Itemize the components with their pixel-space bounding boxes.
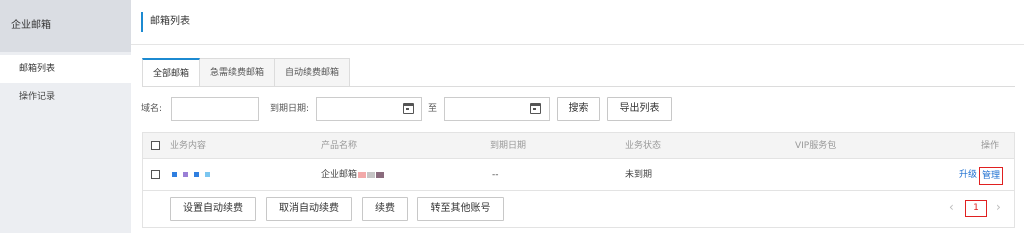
column-header-status: 业务状态: [625, 141, 662, 151]
tab-all-mailboxes[interactable]: 全部邮箱: [142, 58, 201, 87]
search-button[interactable]: 搜索: [557, 97, 600, 121]
redacted-block: [358, 171, 367, 178]
tab-bar: 全部邮箱 急需续费邮箱 自动续费邮箱: [142, 58, 351, 87]
main-content: 邮箱列表 全部邮箱 急需续费邮箱 自动续费邮箱 域名: 到期日期: 至 搜索 导…: [131, 0, 1024, 233]
select-all-checkbox[interactable]: [151, 141, 160, 150]
column-header-actions: 操作: [981, 141, 1000, 151]
export-list-button[interactable]: 导出列表: [607, 97, 672, 121]
business-content-cell: [172, 159, 216, 191]
redacted-block: [376, 171, 385, 178]
product-name-cell: 企业邮箱: [321, 159, 385, 191]
calendar-icon[interactable]: [530, 103, 541, 114]
manage-link[interactable]: 管理: [979, 167, 1004, 185]
expiry-date-label: 到期日期:: [270, 104, 310, 114]
sidebar: 企业邮箱 邮箱列表 操作记录: [0, 0, 131, 233]
expiry-date-cell: --: [492, 170, 499, 180]
upgrade-link[interactable]: 升级: [959, 159, 977, 191]
mailbox-table: 业务内容 产品名称 到期日期 业务状态 VIP服务包 操作 企业邮箱 -- 未到…: [142, 132, 1015, 228]
sidebar-item-mailbox-list[interactable]: 邮箱列表: [0, 55, 131, 83]
next-page-icon[interactable]: ›: [996, 200, 1001, 214]
redacted-block: [172, 172, 177, 177]
tab-auto-renewal[interactable]: 自动续费邮箱: [275, 58, 351, 87]
column-header-business: 业务内容: [170, 141, 207, 151]
row-checkbox[interactable]: [151, 170, 160, 179]
domain-label: 域名:: [141, 104, 163, 114]
current-page-number[interactable]: 1: [965, 200, 987, 217]
filter-bar: 域名: 到期日期: 至 搜索 导出列表: [131, 97, 1024, 121]
redacted-block: [183, 172, 188, 177]
table-header: 业务内容 产品名称 到期日期 业务状态 VIP服务包 操作: [143, 133, 1014, 159]
sidebar-item-operation-log[interactable]: 操作记录: [0, 83, 131, 111]
table-row: 企业邮箱 -- 未到期 升级 管理: [143, 159, 1014, 191]
column-header-product: 产品名称: [321, 141, 358, 151]
tab-urgent-renewal[interactable]: 急需续费邮箱: [200, 58, 276, 87]
set-auto-renew-button[interactable]: 设置自动续费: [170, 197, 256, 221]
sidebar-header: 企业邮箱: [0, 0, 131, 52]
column-header-expiry: 到期日期: [490, 141, 527, 151]
cancel-auto-renew-button[interactable]: 取消自动续费: [266, 197, 352, 221]
page-title: 邮箱列表: [141, 12, 190, 32]
prev-page-icon[interactable]: ‹: [949, 200, 954, 214]
table-footer: 设置自动续费 取消自动续费 续费 转至其他账号 ‹ 1 ›: [143, 191, 1014, 227]
renew-button[interactable]: 续费: [362, 197, 408, 221]
transfer-account-button[interactable]: 转至其他账号: [417, 197, 504, 221]
redacted-block: [205, 172, 210, 177]
date-range-to-label: 至: [428, 104, 438, 114]
title-divider: [131, 44, 1024, 45]
domain-input[interactable]: [171, 97, 259, 121]
product-name-text: 企业邮箱: [321, 170, 358, 180]
redacted-block: [194, 172, 199, 177]
tabs-divider: [142, 86, 1015, 87]
calendar-icon[interactable]: [403, 103, 414, 114]
redacted-block: [367, 171, 376, 178]
column-header-vip: VIP服务包: [795, 141, 837, 151]
status-cell: 未到期: [625, 170, 653, 180]
